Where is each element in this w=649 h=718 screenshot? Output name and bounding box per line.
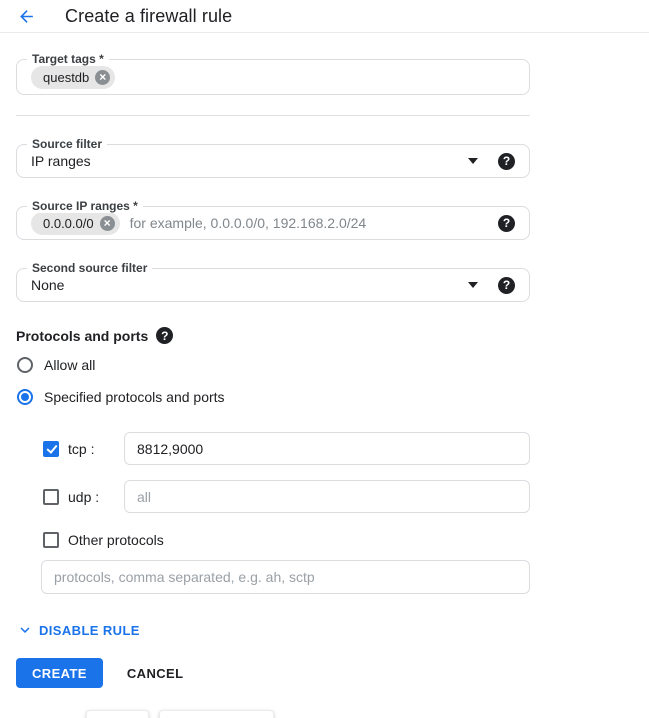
create-firewall-rule-page: Create a firewall rule Target tags * que…	[0, 0, 649, 718]
help-icon[interactable]: ?	[156, 327, 173, 344]
second-source-filter-value: None	[31, 277, 64, 293]
radio-specified-protocols[interactable]: Specified protocols and ports	[17, 386, 530, 408]
target-tags-field[interactable]: Target tags * questdb ×	[16, 59, 530, 95]
tcp-ports-input[interactable]	[124, 432, 530, 465]
other-protocols-label: Other protocols	[68, 532, 164, 548]
udp-ports-input[interactable]	[124, 480, 530, 513]
source-filter-label: Source filter	[27, 137, 107, 151]
help-icon[interactable]: ?	[498, 153, 515, 170]
chip-text: questdb	[43, 70, 89, 85]
other-protocols-row: Other protocols	[43, 532, 530, 548]
chevron-down-icon[interactable]	[468, 158, 478, 164]
radio-button-icon[interactable]	[17, 357, 33, 373]
tcp-row: tcp :	[43, 432, 530, 465]
disable-rule-toggle[interactable]: DISABLE RULE	[16, 621, 140, 639]
chip-text: 0.0.0.0/0	[43, 216, 94, 231]
radio-specified-label: Specified protocols and ports	[44, 389, 225, 405]
source-ip-chip: 0.0.0.0/0 ×	[31, 212, 120, 235]
other-protocols-checkbox[interactable]	[43, 532, 59, 548]
section-divider	[16, 115, 530, 116]
source-ip-placeholder: for example, 0.0.0.0/0, 192.168.2.0/24	[130, 215, 367, 231]
tcp-label: tcp :	[68, 441, 124, 457]
close-circle-icon[interactable]: ×	[95, 70, 110, 85]
form-actions: CREATE CANCEL	[16, 658, 530, 688]
equivalent-row: Equivalent: REST command line	[16, 710, 530, 718]
disable-rule-label: DISABLE RULE	[39, 623, 140, 638]
tcp-checkbox[interactable]	[43, 441, 59, 457]
source-filter-select[interactable]: Source filter IP ranges ?	[16, 144, 530, 178]
second-source-filter-select[interactable]: Second source filter None ?	[16, 268, 530, 302]
radio-allow-all[interactable]: Allow all	[17, 354, 530, 376]
cancel-button[interactable]: CANCEL	[127, 666, 184, 681]
close-circle-icon[interactable]: ×	[100, 216, 115, 231]
protocols-heading-text: Protocols and ports	[16, 328, 148, 344]
equivalent-command-line-button[interactable]: command line	[159, 710, 274, 718]
equivalent-rest-button[interactable]: REST	[86, 710, 149, 718]
udp-row: udp :	[43, 480, 530, 513]
udp-label: udp :	[68, 489, 124, 505]
source-filter-value: IP ranges	[31, 153, 91, 169]
second-source-filter-label: Second source filter	[27, 261, 152, 275]
help-icon[interactable]: ?	[498, 277, 515, 294]
back-button[interactable]	[14, 4, 38, 28]
other-protocols-input[interactable]	[41, 560, 530, 594]
radio-button-selected-icon[interactable]	[17, 389, 33, 405]
page-header: Create a firewall rule	[0, 0, 649, 33]
chevron-down-icon[interactable]	[468, 282, 478, 288]
page-title: Create a firewall rule	[65, 6, 232, 27]
chevron-down-icon	[16, 621, 34, 639]
help-icon[interactable]: ?	[498, 215, 515, 232]
arrow-back-icon	[17, 7, 36, 26]
source-ip-ranges-field[interactable]: Source IP ranges * 0.0.0.0/0 × for examp…	[16, 206, 530, 240]
protocols-and-ports-heading: Protocols and ports ?	[16, 327, 530, 344]
target-tag-chip: questdb ×	[31, 66, 115, 89]
source-ip-ranges-label: Source IP ranges *	[27, 199, 143, 213]
udp-checkbox[interactable]	[43, 489, 59, 505]
target-tags-label: Target tags *	[27, 52, 109, 66]
create-button[interactable]: CREATE	[16, 658, 103, 688]
form-content: Target tags * questdb × Source filter IP…	[0, 59, 649, 718]
radio-allow-all-label: Allow all	[44, 357, 95, 373]
